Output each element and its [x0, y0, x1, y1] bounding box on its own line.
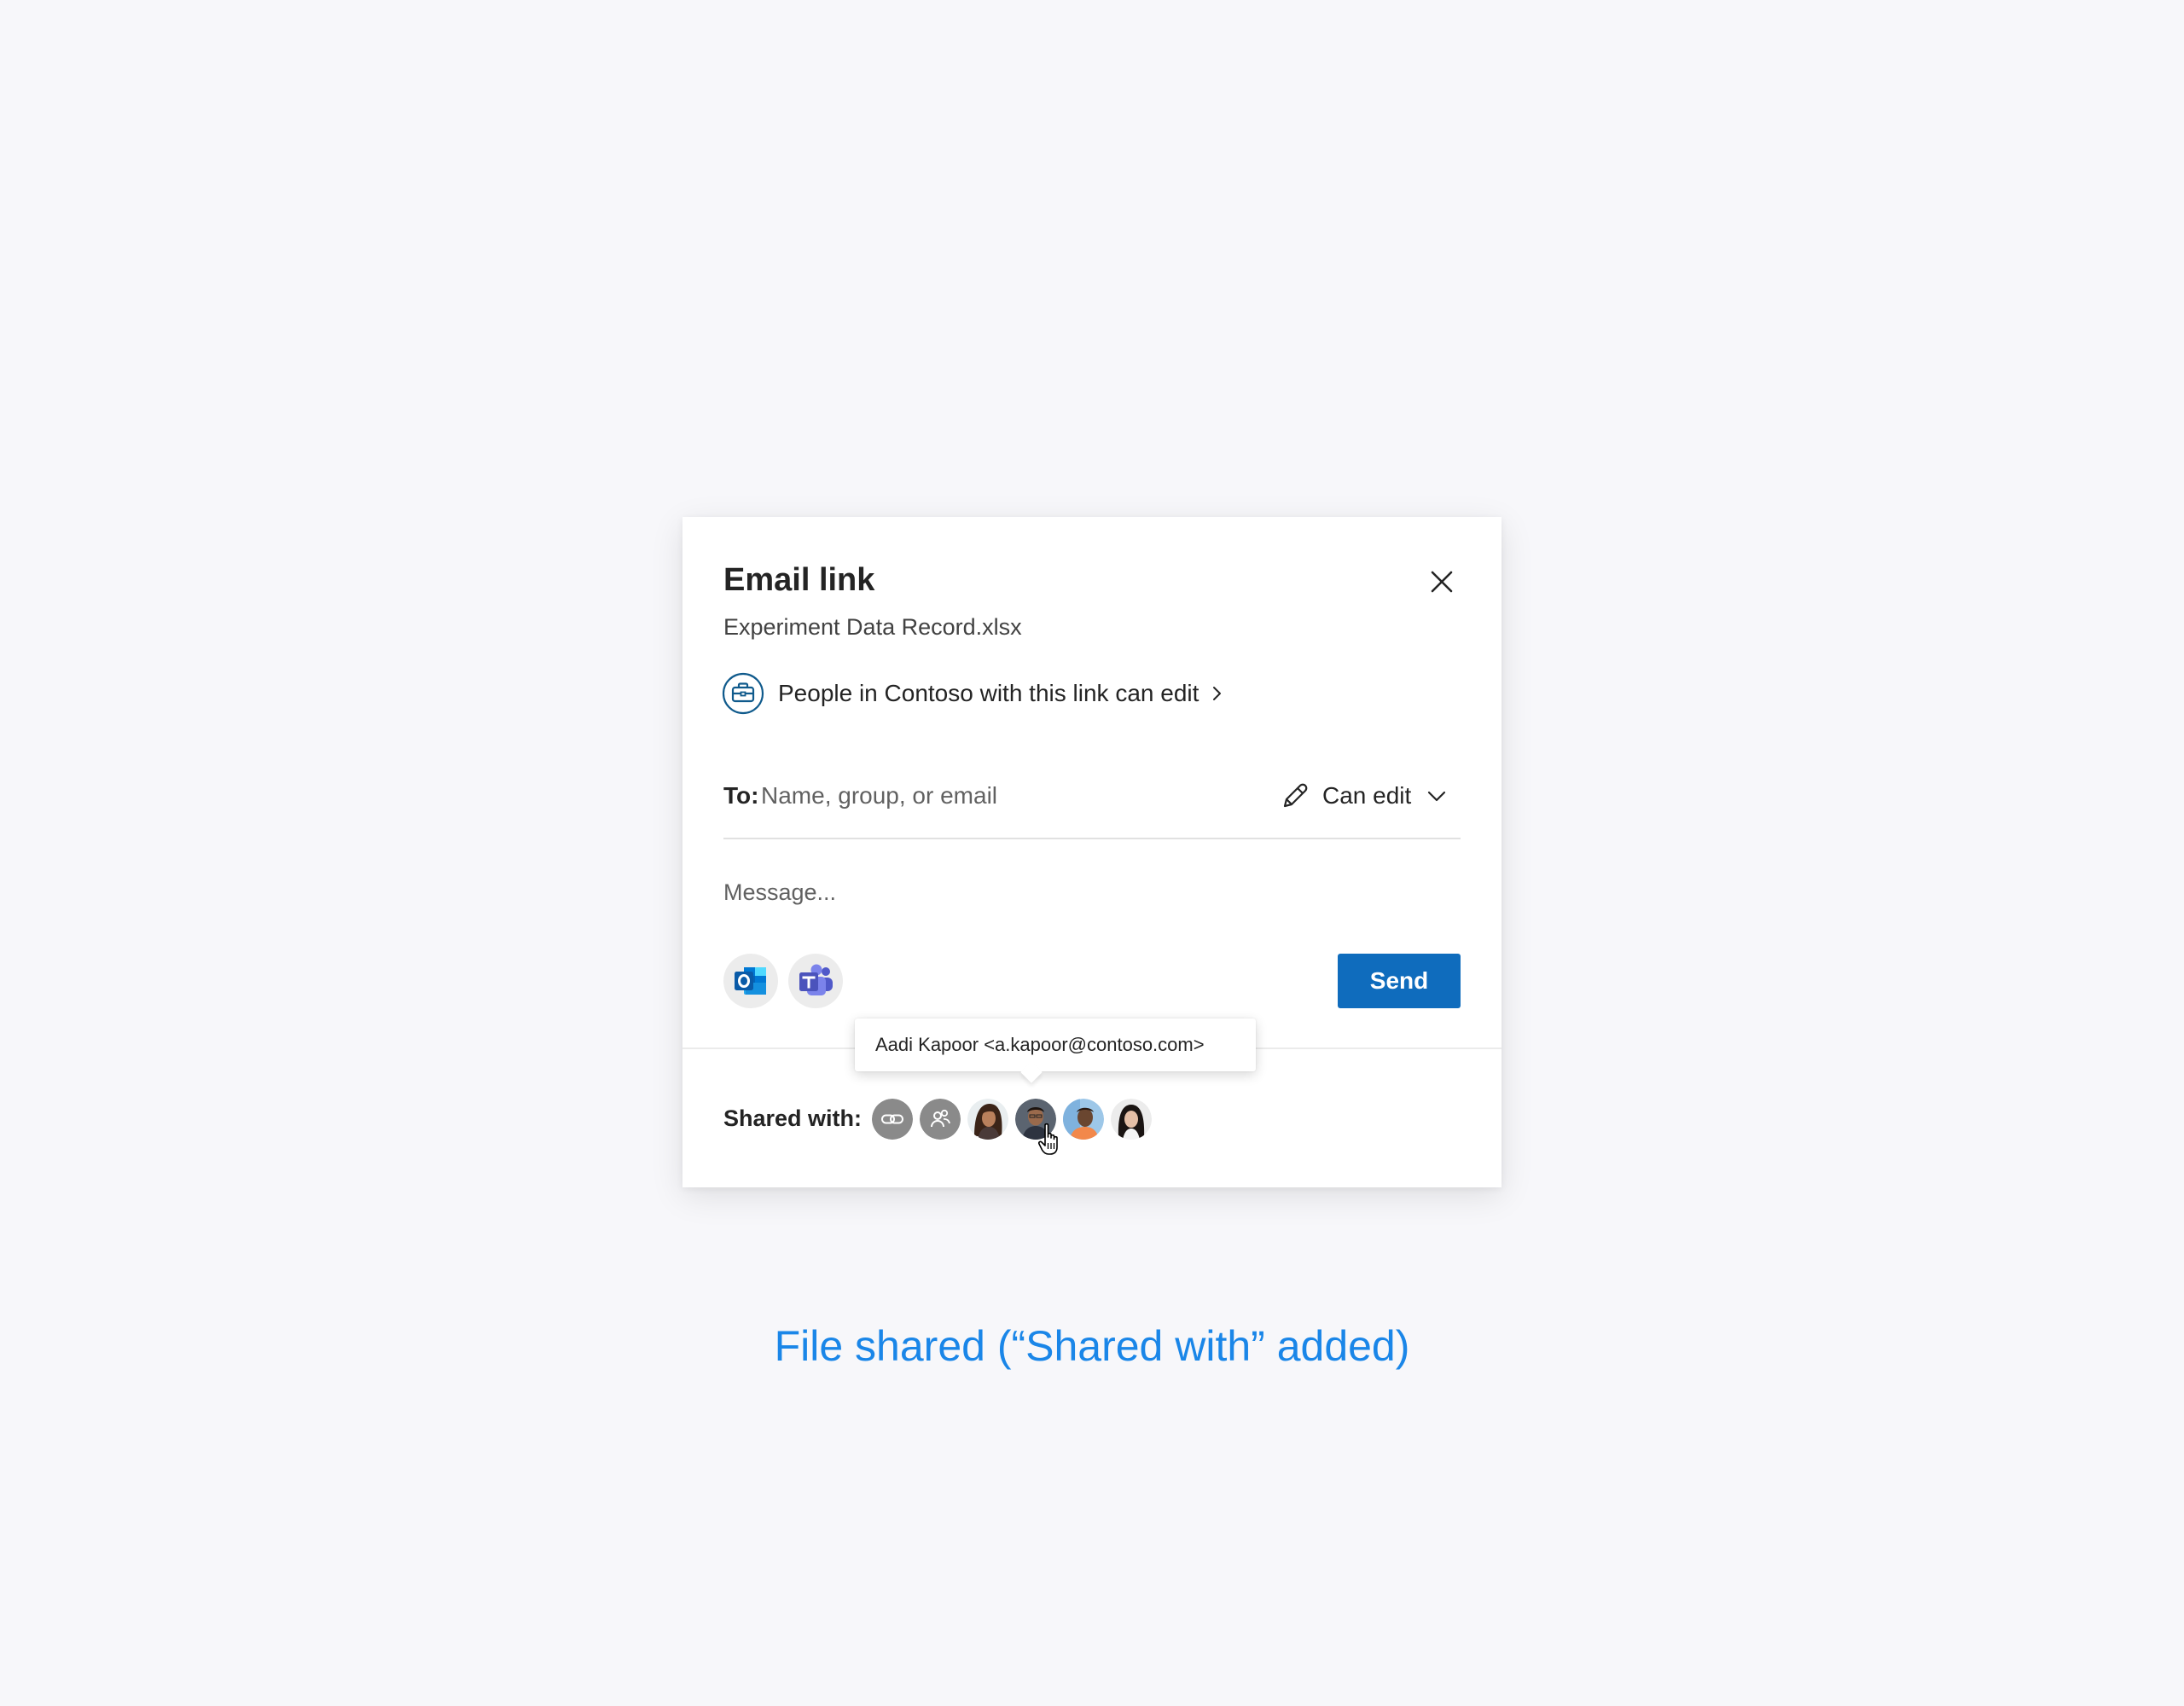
teams-button[interactable] — [788, 954, 843, 1008]
shared-link-avatar[interactable] — [872, 1099, 913, 1140]
close-icon — [1431, 571, 1453, 593]
chevron-down-icon — [1428, 791, 1446, 802]
recipient-input[interactable] — [761, 776, 1239, 815]
recipient-row: To: Can edit — [723, 756, 1461, 839]
to-label: To: — [723, 782, 759, 809]
outlook-icon — [735, 967, 766, 995]
tooltip-beak — [1020, 1061, 1043, 1083]
pencil-icon — [1283, 783, 1308, 808]
tooltip-text: Aadi Kapoor <a.kapoor@contoso.com> — [875, 1034, 1205, 1055]
link-icon — [872, 1099, 913, 1140]
dialog-title: Email link — [723, 562, 875, 598]
caption: File shared (“Shared with” added) — [774, 1322, 1410, 1370]
close-button[interactable] — [1421, 561, 1462, 602]
person-avatar[interactable] — [1063, 1099, 1104, 1140]
teams-icon — [799, 964, 833, 995]
permission-label: Can edit — [1322, 782, 1412, 809]
person-avatar[interactable] — [967, 1099, 1008, 1140]
outlook-button[interactable] — [723, 954, 778, 1008]
file-name: Experiment Data Record.xlsx — [723, 614, 1022, 640]
briefcase-icon — [722, 672, 764, 715]
message-input[interactable] — [723, 873, 1461, 911]
link-setting-label: People in Contoso with this link can edi… — [778, 680, 1199, 706]
person-photo — [967, 1099, 1008, 1140]
shared-with-label: Shared with: — [723, 1105, 863, 1131]
person-photo — [1063, 1099, 1104, 1140]
person-photo — [1111, 1099, 1152, 1140]
people-icon — [920, 1099, 961, 1140]
person-avatar[interactable] — [1111, 1099, 1152, 1140]
hand-cursor-icon — [1037, 1123, 1058, 1155]
avatar-tooltip: Aadi Kapoor <a.kapoor@contoso.com> — [855, 1018, 1256, 1083]
send-button[interactable]: Send — [1338, 954, 1461, 1008]
shared-group-avatar[interactable] — [920, 1099, 961, 1140]
permission-dropdown[interactable]: Can edit — [1280, 775, 1449, 817]
link-settings-button[interactable]: People in Contoso with this link can edi… — [722, 670, 1226, 717]
email-link-dialog: Email link Experiment Data Record.xlsx P… — [682, 517, 1502, 1187]
chevron-right-icon — [1213, 687, 1222, 700]
